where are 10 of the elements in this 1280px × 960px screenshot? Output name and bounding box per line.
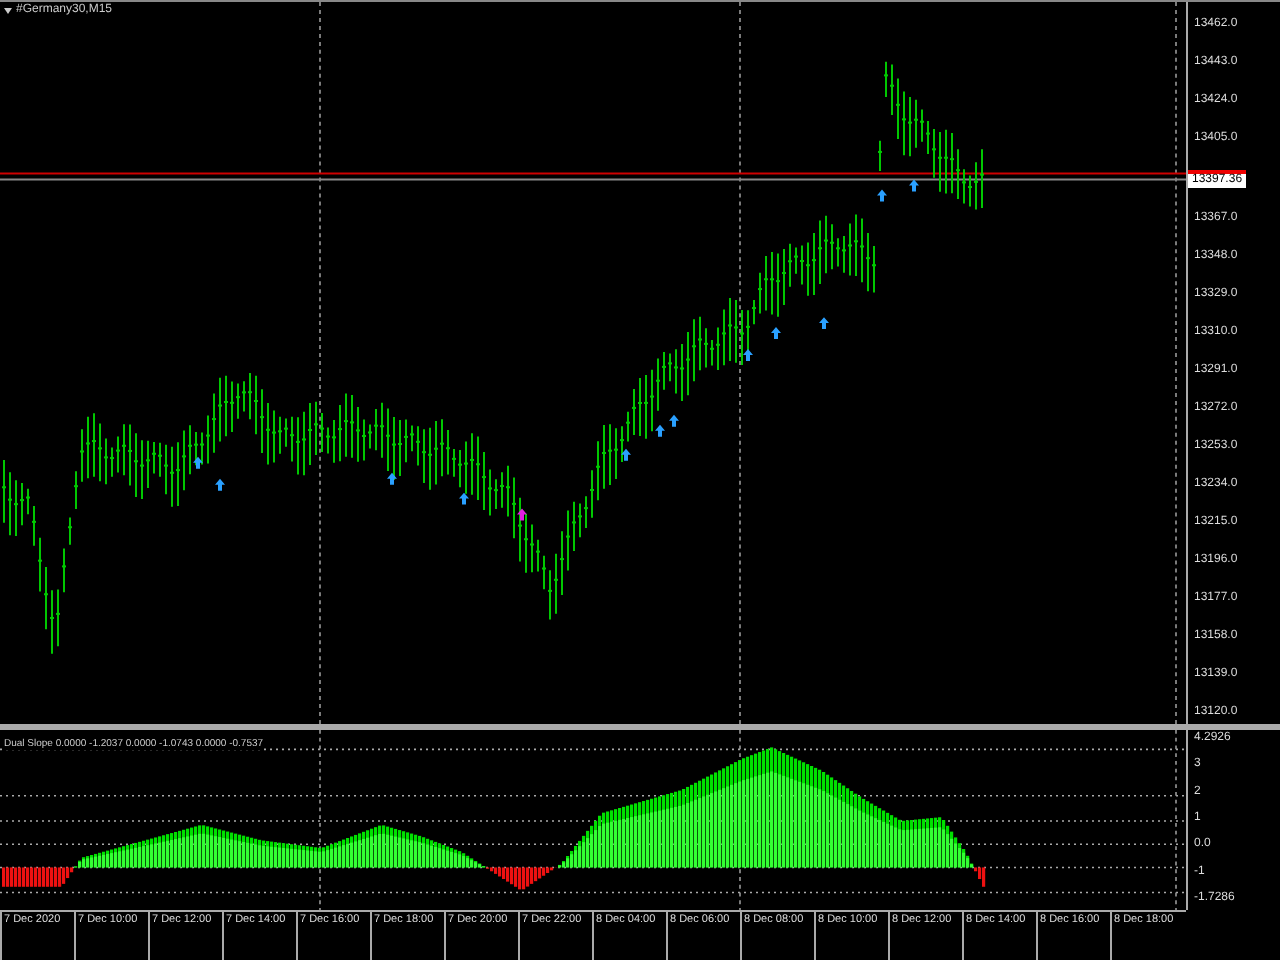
arrow-icon <box>877 189 887 202</box>
arrow-icon <box>819 317 829 330</box>
arrow-icon <box>621 448 631 461</box>
arrow-icon <box>909 179 919 192</box>
arrow-icon <box>459 492 469 505</box>
arrow-icon <box>387 472 397 485</box>
arrow-icon <box>771 327 781 340</box>
arrow-icon <box>517 508 527 521</box>
arrow-icon <box>743 349 753 361</box>
dropdown-icon[interactable] <box>4 8 12 14</box>
